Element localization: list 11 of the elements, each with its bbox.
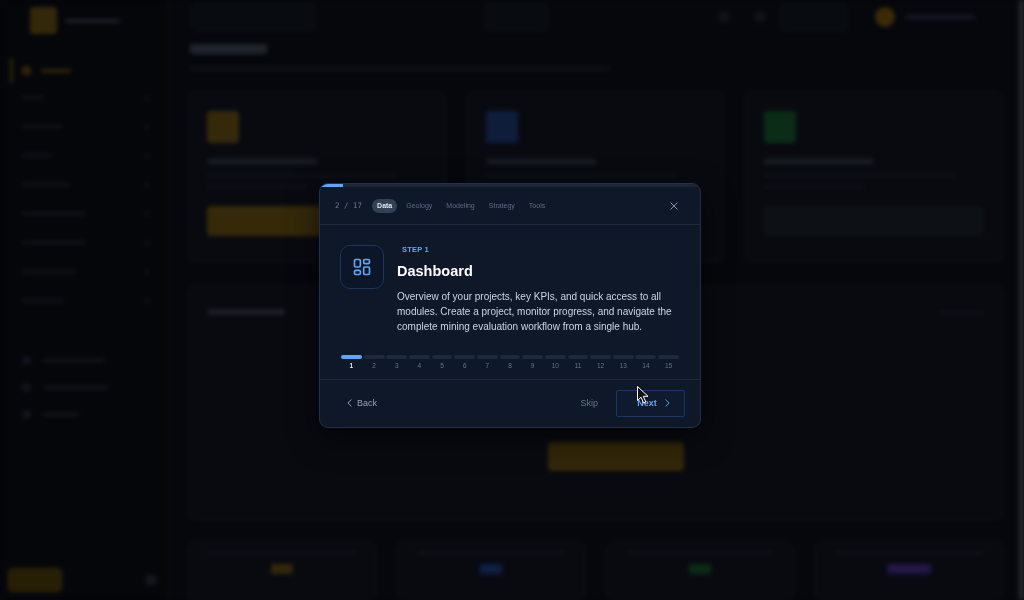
chevron-right-icon	[664, 399, 670, 407]
step-description: Overview of your projects, key KPIs, and quick access to all modules. Create a project, monitor progress, and navigate the complete mining evaluation workflow from a single hub.	[397, 290, 673, 334]
dashboard-icon	[340, 245, 384, 289]
close-icon	[670, 201, 678, 210]
chevron-left-icon	[347, 399, 352, 407]
back-button[interactable]: Back	[347, 396, 377, 410]
skip-button[interactable]: Skip	[580, 396, 598, 410]
close-button[interactable]	[668, 199, 680, 212]
next-button[interactable]: Next	[616, 389, 685, 417]
step-title: Dashboard	[397, 262, 473, 280]
step-segment[interactable]	[341, 355, 362, 359]
